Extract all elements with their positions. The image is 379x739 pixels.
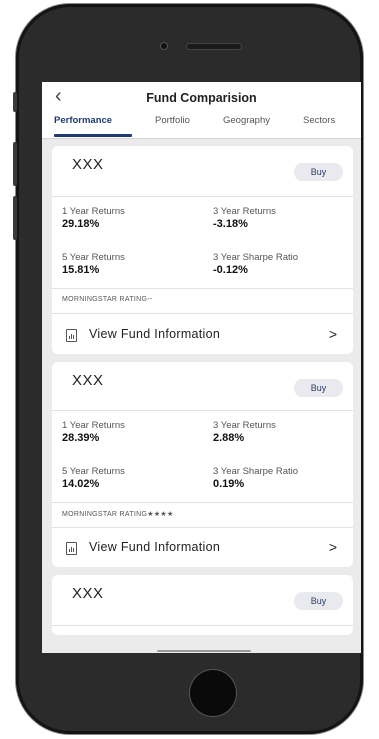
buy-button[interactable]: Buy (294, 592, 343, 610)
front-camera (161, 43, 167, 49)
sharpe-ratio-label: 3 Year Sharpe Ratio (213, 466, 299, 477)
chevron-right-icon: > (328, 326, 337, 342)
five-year-returns-label: 5 Year Returns (62, 252, 125, 263)
one-year-returns-label: 1 Year Returns (62, 206, 125, 217)
chevron-right-icon: > (328, 539, 337, 555)
view-fund-information-link[interactable]: View Fund Information > (52, 321, 353, 351)
buy-button[interactable]: Buy (294, 163, 343, 181)
document-chart-icon (66, 542, 77, 555)
volume-up-button (13, 142, 17, 186)
sharpe-ratio-value: -0.12% (213, 264, 248, 276)
fund-name: XXX (72, 372, 104, 389)
divider (52, 625, 353, 626)
divider (52, 288, 353, 289)
page-title: Fund Comparision (146, 91, 257, 105)
three-year-returns-value: -3.18% (213, 218, 248, 230)
five-year-returns-label: 5 Year Returns (62, 466, 125, 477)
home-indicator (157, 650, 251, 652)
one-year-returns-value: 29.18% (62, 218, 100, 230)
mute-switch (13, 92, 17, 112)
divider (52, 502, 353, 503)
one-year-returns-value: 28.39% (62, 432, 100, 444)
fund-card: XXX Buy 1 Year Returns 29.18% 3 Year Ret… (52, 146, 353, 354)
fund-card: XXX Buy (52, 575, 353, 635)
earpiece-speaker (187, 44, 241, 49)
navigation-header: ‹ Fund Comparision Performance Portfolio… (42, 82, 361, 139)
app-screen: ‹ Fund Comparision Performance Portfolio… (42, 82, 361, 653)
document-chart-icon (66, 329, 77, 342)
fund-card: XXX Buy 1 Year Returns 28.39% 3 Year Ret… (52, 362, 353, 567)
three-year-returns-label: 3 Year Returns (213, 206, 276, 217)
divider (52, 410, 353, 411)
fund-name: XXX (72, 156, 104, 173)
divider (52, 313, 353, 314)
buy-button[interactable]: Buy (294, 379, 343, 397)
divider (52, 527, 353, 528)
morningstar-rating: MORNINGSTAR RATING-- (62, 296, 153, 303)
morningstar-rating: MORNINGSTAR RATING★★★★ (62, 511, 174, 518)
active-tab-indicator (54, 134, 132, 137)
one-year-returns-label: 1 Year Returns (62, 420, 125, 431)
fund-name: XXX (72, 585, 104, 602)
home-button[interactable] (190, 670, 236, 716)
tab-bar: Performance Portfolio Geography Sectors (42, 115, 361, 137)
view-fund-information-label: View Fund Information (89, 540, 221, 554)
three-year-returns-label: 3 Year Returns (213, 420, 276, 431)
view-fund-information-link[interactable]: View Fund Information > (52, 534, 353, 564)
tab-performance[interactable]: Performance (54, 115, 112, 126)
volume-down-button (13, 196, 17, 240)
tab-sectors[interactable]: Sectors (303, 115, 335, 126)
tab-portfolio[interactable]: Portfolio (155, 115, 190, 126)
sharpe-ratio-value: 0.19% (213, 478, 245, 490)
sharpe-ratio-label: 3 Year Sharpe Ratio (213, 252, 299, 263)
five-year-returns-value: 14.02% (62, 478, 100, 490)
three-year-returns-value: 2.88% (213, 432, 245, 444)
view-fund-information-label: View Fund Information (89, 327, 221, 341)
tab-geography[interactable]: Geography (223, 115, 270, 126)
divider (52, 196, 353, 197)
five-year-returns-value: 15.81% (62, 264, 100, 276)
